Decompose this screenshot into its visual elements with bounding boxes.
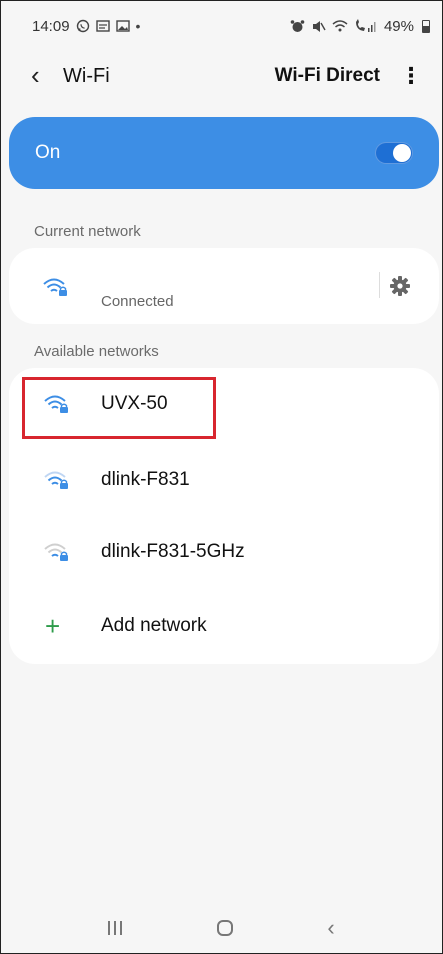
available-networks-label: Available networks bbox=[34, 343, 159, 360]
page-title: Wi-Fi bbox=[63, 64, 110, 87]
call-signal-icon bbox=[355, 19, 376, 32]
wifi-icon-wrap bbox=[9, 469, 101, 491]
card-divider bbox=[379, 272, 380, 298]
whatsapp-icon bbox=[76, 19, 89, 33]
current-network-card[interactable]: Connected bbox=[9, 248, 439, 324]
status-time: 14:09 bbox=[32, 17, 70, 35]
wifi-icon bbox=[332, 20, 348, 32]
navigation-bar: ‹ bbox=[1, 901, 442, 953]
wifi-toggle-switch[interactable] bbox=[375, 142, 413, 164]
add-network-label: Add network bbox=[101, 615, 207, 636]
more-options-icon[interactable]: ⋮ bbox=[400, 65, 422, 87]
connected-status: Connected bbox=[101, 293, 174, 310]
alarm-icon bbox=[290, 19, 305, 32]
status-right: 49% bbox=[290, 18, 430, 35]
current-network-label: Current network bbox=[34, 223, 141, 240]
highlight-box bbox=[22, 377, 216, 439]
gear-icon[interactable] bbox=[389, 275, 411, 297]
status-left: 14:09 • bbox=[32, 18, 140, 35]
wifi-lock-icon bbox=[44, 471, 68, 489]
dot-icon: • bbox=[135, 18, 141, 34]
network-name: dlink-F831 bbox=[101, 469, 190, 490]
wifi-toggle-bar[interactable]: On bbox=[9, 117, 439, 189]
screen-frame: 14:09 • 49% ‹ Wi-Fi Wi-Fi Direct ⋮ On Cu… bbox=[0, 0, 443, 954]
battery-icon bbox=[422, 19, 430, 33]
back-arrow-icon[interactable]: ‹ bbox=[31, 62, 61, 88]
wifi-direct-button[interactable]: Wi-Fi Direct bbox=[275, 65, 380, 87]
back-nav-icon[interactable]: ‹ bbox=[327, 917, 334, 939]
wifi-lock-icon bbox=[44, 543, 68, 561]
plus-icon: + bbox=[45, 611, 61, 641]
app-header: ‹ Wi-Fi Wi-Fi Direct ⋮ bbox=[1, 53, 442, 99]
home-icon[interactable] bbox=[216, 920, 233, 936]
recents-icon[interactable] bbox=[108, 921, 123, 935]
current-network-row[interactable]: Connected bbox=[9, 248, 439, 324]
message-icon bbox=[95, 20, 110, 32]
wifi-lock-icon bbox=[43, 278, 67, 296]
status-bar: 14:09 • 49% bbox=[1, 1, 442, 51]
wifi-icon-wrap bbox=[9, 541, 101, 563]
gallery-icon bbox=[115, 20, 130, 32]
wifi-toggle-label: On bbox=[35, 142, 61, 163]
mute-icon bbox=[312, 20, 326, 32]
add-network-button[interactable]: + Add network bbox=[9, 590, 439, 662]
toggle-knob bbox=[393, 144, 411, 162]
battery-percent: 49% bbox=[383, 17, 414, 35]
network-name: dlink-F831-5GHz bbox=[101, 541, 245, 562]
network-item-dlink-f831[interactable]: dlink-F831 bbox=[9, 444, 439, 516]
network-item-dlink-f831-5ghz[interactable]: dlink-F831-5GHz bbox=[9, 516, 439, 588]
